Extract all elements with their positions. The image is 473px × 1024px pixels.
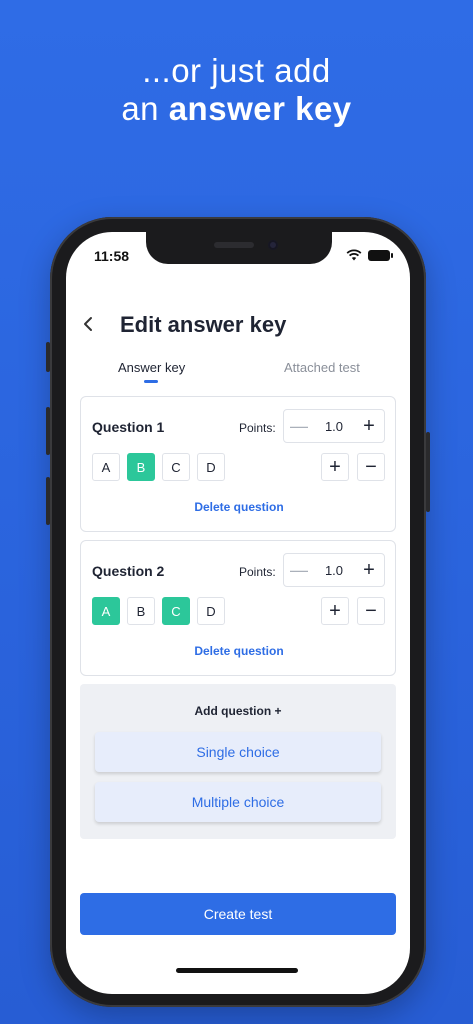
volume-up-button xyxy=(46,407,50,455)
headline-line-1: ...or just add xyxy=(142,52,331,89)
option-d[interactable]: D xyxy=(197,453,225,481)
points-value[interactable]: 1.0 xyxy=(314,419,354,434)
minus-icon[interactable]: — xyxy=(284,416,314,437)
chevron-left-icon[interactable] xyxy=(82,312,110,338)
promo-headline: ...or just add an answer key xyxy=(0,52,473,128)
delete-question-button[interactable]: Delete question xyxy=(81,644,397,658)
speaker xyxy=(214,242,254,248)
option-b[interactable]: B xyxy=(127,597,155,625)
remove-option-button[interactable]: − xyxy=(357,453,385,481)
question-title: Question 1 xyxy=(92,419,165,435)
plus-icon[interactable]: + xyxy=(354,559,384,582)
add-option-button[interactable]: + xyxy=(321,453,349,481)
header: Edit answer key xyxy=(82,312,286,338)
option-b[interactable]: B xyxy=(127,453,155,481)
add-question-label[interactable]: Add question + xyxy=(80,704,396,718)
option-c[interactable]: C xyxy=(162,597,190,625)
option-a[interactable]: A xyxy=(92,597,120,625)
points-stepper: — 1.0 + xyxy=(283,553,385,587)
plus-icon[interactable]: + xyxy=(354,415,384,438)
option-controls: + − xyxy=(321,597,385,625)
side-button xyxy=(426,432,430,512)
single-choice-button[interactable]: Single choice xyxy=(95,732,381,772)
multiple-choice-button[interactable]: Multiple choice xyxy=(95,782,381,822)
active-tab-indicator xyxy=(144,380,158,383)
page-title: Edit answer key xyxy=(120,312,287,337)
create-test-button[interactable]: Create test xyxy=(80,893,396,935)
question-card-2: Question 2 Points: — 1.0 + A B C D + − D… xyxy=(80,540,396,676)
home-indicator xyxy=(176,968,298,973)
notch xyxy=(146,232,332,264)
camera-icon xyxy=(268,240,278,250)
remove-option-button[interactable]: − xyxy=(357,597,385,625)
answer-options: A B C D xyxy=(92,453,225,481)
answer-options: A B C D xyxy=(92,597,225,625)
add-question-panel: Add question + Single choice Multiple ch… xyxy=(80,684,396,839)
question-card-1: Question 1 Points: — 1.0 + A B C D + − D… xyxy=(80,396,396,532)
option-controls: + − xyxy=(321,453,385,481)
battery-icon xyxy=(368,249,393,261)
option-c[interactable]: C xyxy=(162,453,190,481)
points-value[interactable]: 1.0 xyxy=(314,563,354,578)
status-icons xyxy=(346,249,393,261)
points-stepper: — 1.0 + xyxy=(283,409,385,443)
volume-down-button xyxy=(46,477,50,525)
points-label: Points: xyxy=(239,565,276,579)
status-time: 11:58 xyxy=(94,248,130,264)
add-option-button[interactable]: + xyxy=(321,597,349,625)
mute-switch xyxy=(46,342,50,372)
headline-line-2-prefix: an xyxy=(121,90,169,127)
minus-icon[interactable]: — xyxy=(284,560,314,581)
delete-question-button[interactable]: Delete question xyxy=(81,500,397,514)
wifi-icon xyxy=(346,249,362,261)
headline-line-2-bold: answer key xyxy=(168,90,352,127)
headline-line-2: an answer key xyxy=(0,90,473,128)
option-a[interactable]: A xyxy=(92,453,120,481)
phone-frame: 11:58 Edit answer key Answer key Attache… xyxy=(46,217,430,1007)
question-title: Question 2 xyxy=(92,563,165,579)
tab-answer-key[interactable]: Answer key xyxy=(118,360,185,375)
option-d[interactable]: D xyxy=(197,597,225,625)
phone-screen: 11:58 Edit answer key Answer key Attache… xyxy=(66,232,410,994)
points-label: Points: xyxy=(239,421,276,435)
tab-attached-test[interactable]: Attached test xyxy=(284,360,360,375)
